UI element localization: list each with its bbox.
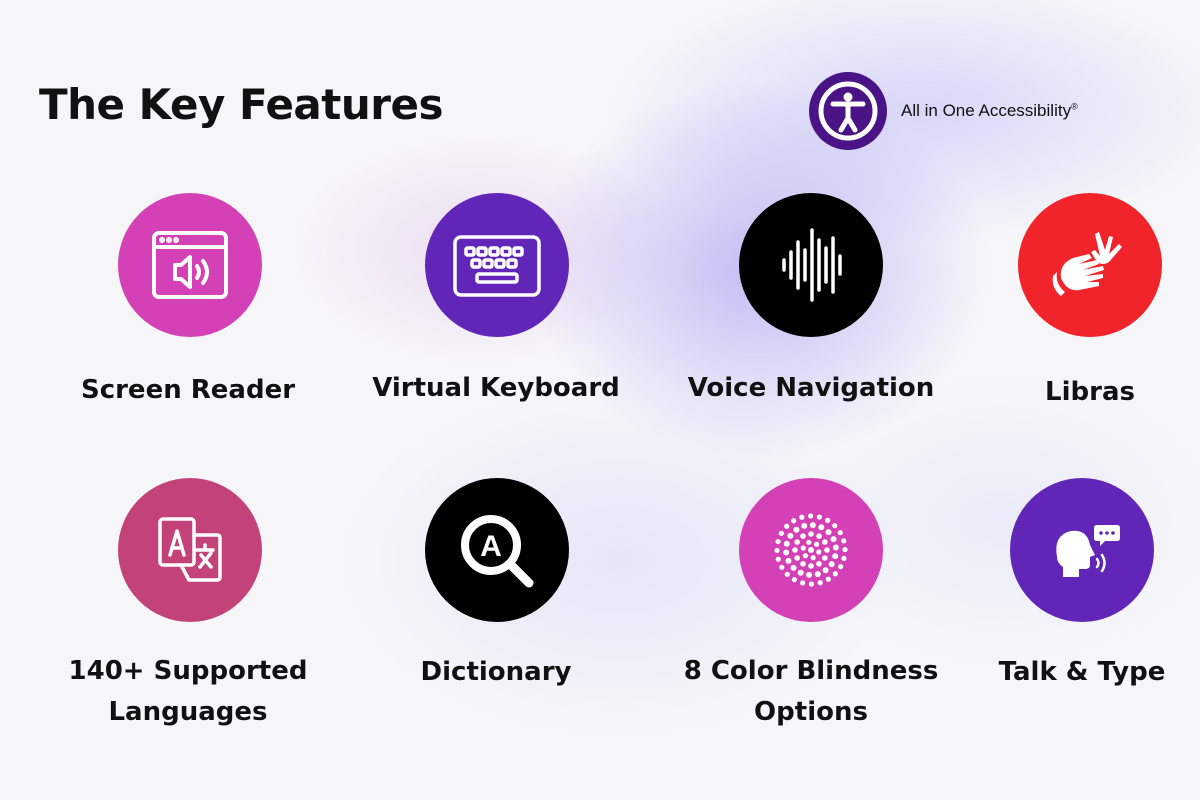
color-dot xyxy=(808,563,814,569)
color-dot xyxy=(801,522,808,529)
color-dot xyxy=(814,571,821,578)
color-dot xyxy=(841,555,847,562)
keyboard-icon xyxy=(425,193,569,337)
color-dot xyxy=(800,545,806,551)
accessibility-logo-icon xyxy=(809,72,887,150)
color-dot xyxy=(806,539,812,545)
registered-mark: ® xyxy=(1071,101,1078,112)
color-dot xyxy=(800,533,806,539)
color-dot xyxy=(830,536,837,543)
languages-label-line2: Languages xyxy=(108,697,268,727)
languages-label-line1: 140+ Supported xyxy=(68,656,308,686)
color-dot xyxy=(816,561,822,567)
color-dot xyxy=(785,557,792,564)
color-dot xyxy=(841,538,847,544)
color-dot xyxy=(832,571,838,577)
color-dot xyxy=(832,553,839,560)
color-dot xyxy=(775,538,781,545)
color-dots-icon xyxy=(739,478,883,622)
magnifier-icon: A xyxy=(425,478,569,622)
color-dot xyxy=(822,539,828,545)
color-dot xyxy=(808,531,814,537)
color-dot xyxy=(799,514,805,520)
color-dot xyxy=(825,529,832,536)
svg-text:A: A xyxy=(480,530,502,563)
color-dot xyxy=(794,555,800,561)
libras-label: Libras xyxy=(1045,377,1135,407)
color-dot xyxy=(816,549,822,555)
virtual-keyboard-label: Virtual Keyboard xyxy=(372,373,620,403)
color-dot xyxy=(779,564,785,570)
sound-wave-icon xyxy=(739,193,883,337)
color-dot xyxy=(808,547,814,553)
color-dot xyxy=(822,567,829,574)
dictionary-label: Dictionary xyxy=(420,657,572,687)
color-dot xyxy=(800,561,806,567)
color-dot xyxy=(825,576,831,582)
color-blindness-label-line1: 8 Color Blindness xyxy=(683,656,939,686)
brand-name: All in One Accessibility® xyxy=(901,101,1078,120)
color-dot xyxy=(809,522,816,529)
color-dot xyxy=(793,526,800,533)
color-dot xyxy=(790,564,797,571)
color-blindness-label: 8 Color Blindness Options xyxy=(661,651,961,733)
color-dot xyxy=(810,555,816,561)
color-dot xyxy=(797,569,804,576)
color-dot xyxy=(794,539,800,545)
color-dot xyxy=(791,518,797,524)
color-dot xyxy=(817,580,823,586)
page-title: The Key Features xyxy=(39,80,443,129)
voice-navigation-label: Voice Navigation xyxy=(687,373,935,403)
color-dot xyxy=(787,532,794,539)
talk-type-label: Talk & Type xyxy=(998,657,1166,687)
color-dot xyxy=(822,555,828,561)
color-dot xyxy=(775,556,781,562)
color-dot xyxy=(832,544,839,551)
color-dot xyxy=(832,523,838,529)
color-dot xyxy=(802,553,809,559)
color-dot xyxy=(828,561,835,568)
screen-reader-icon xyxy=(118,193,262,337)
color-dot xyxy=(774,547,780,554)
color-dot xyxy=(806,571,813,578)
color-dot xyxy=(799,580,806,586)
color-dot xyxy=(824,547,830,553)
color-dot xyxy=(807,513,814,519)
speaking-head-icon xyxy=(1010,478,1154,622)
translate-icon xyxy=(118,478,262,622)
color-dot xyxy=(784,523,790,529)
color-dot xyxy=(818,524,825,531)
color-blindness-label-line2: Options xyxy=(754,697,868,727)
color-dot xyxy=(837,530,843,536)
color-dot xyxy=(816,514,823,520)
screen-reader-label: Screen Reader xyxy=(80,375,296,405)
color-dot xyxy=(784,571,790,577)
color-dot xyxy=(808,581,815,587)
brand-logo-block: All in One Accessibility® xyxy=(809,72,1078,150)
color-dot xyxy=(825,517,831,523)
color-dot xyxy=(816,533,822,539)
color-dot xyxy=(791,577,797,583)
color-dot xyxy=(783,549,790,556)
color-dot xyxy=(842,546,848,553)
sign-language-icon xyxy=(1018,193,1162,337)
color-dot xyxy=(792,547,798,553)
languages-label: 140+ Supported Languages xyxy=(38,651,338,733)
color-dot xyxy=(838,564,844,570)
color-dot xyxy=(778,530,784,536)
color-dot xyxy=(813,541,820,547)
color-dot xyxy=(783,540,790,547)
